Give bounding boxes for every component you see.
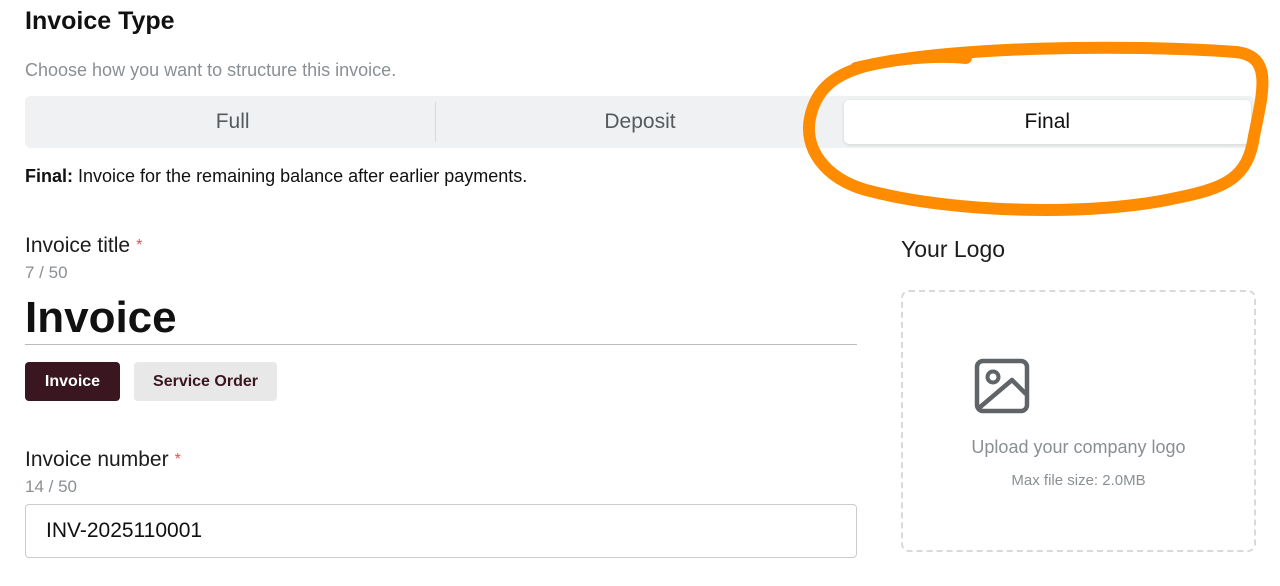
invoice-title-input[interactable] [25,292,857,345]
title-preset-invoice-button[interactable]: Invoice [25,362,120,401]
invoice-form-page: Invoice Type Choose how you want to stru… [0,0,1280,586]
logo-section-label: Your Logo [901,236,1006,262]
invoice-number-label: Invoice number * [25,446,181,474]
invoice-type-description: Final: Invoice for the remaining balance… [25,164,527,188]
invoice-number-input[interactable] [25,504,857,558]
invoice-type-option-deposit[interactable]: Deposit [436,100,843,144]
invoice-type-subtitle: Choose how you want to structure this in… [25,60,397,80]
invoice-number-required-mark: * [174,451,181,468]
invoice-type-segmented-control: Full Deposit Final [25,96,1255,148]
invoice-title-required-mark: * [136,237,143,254]
invoice-number-label-text: Invoice number [25,448,169,471]
invoice-type-option-full[interactable]: Full [29,100,437,144]
invoice-type-option-final[interactable]: Final [843,100,1251,144]
invoice-title-label: Invoice title * [25,232,142,260]
logo-max-size-hint: Max file size: 2.0MB [1011,472,1146,489]
logo-upload-dropzone[interactable]: Upload your company logo Max file size: … [901,290,1256,552]
invoice-title-label-text: Invoice title [25,234,131,257]
invoice-number-char-counter: 14 / 50 [25,477,77,496]
image-icon [974,358,1030,414]
title-preset-service-order-button[interactable]: Service Order [134,362,277,401]
logo-upload-text: Upload your company logo [971,437,1186,457]
invoice-title-char-counter: 7 / 50 [25,263,68,282]
invoice-type-description-label: Final: [25,166,73,186]
invoice-type-title: Invoice Type [25,7,175,35]
invoice-type-description-text: Invoice for the remaining balance after … [73,166,528,186]
